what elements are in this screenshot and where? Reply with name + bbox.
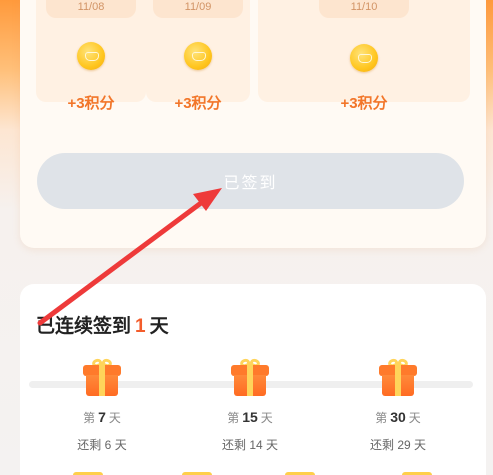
reward-remaining-label: 还剩 6 天 — [77, 438, 127, 452]
reward-day-label: 第 15 天 — [227, 409, 273, 425]
reward-day-label: 第 30 天 — [375, 409, 421, 425]
streak-count: 1 — [135, 316, 146, 337]
streak-suffix: 天 — [149, 316, 169, 337]
gift-box-icon — [83, 357, 121, 396]
coin-icon — [350, 44, 378, 72]
signed-in-button[interactable]: 已签到 — [37, 153, 464, 209]
reward-day-label: 第7天 — [83, 409, 121, 425]
reward-remaining-label: 还剩 29 天 — [369, 438, 427, 452]
reward-day-15[interactable]: 第 15 天 还剩 14 天 — [200, 357, 300, 453]
checkin-card: 11/08 +3积分 11/09 +3积分 11/10 +3积分 — [20, 0, 486, 248]
day-tile-1108: 11/08 +3积分 — [36, 0, 146, 112]
tile-date: 11/09 — [153, 0, 243, 18]
streak-card: 已连续签到 1 天 第7天 还剩 6 天 第 15 天 还剩 14 天 第 30… — [20, 284, 486, 475]
tile-points: +3积分 — [174, 95, 222, 112]
streak-title: 已连续签到 1 天 — [36, 311, 169, 338]
streak-prefix: 已连续签到 — [36, 316, 132, 337]
tile-points: +3积分 — [340, 95, 388, 112]
coin-icon — [184, 42, 212, 70]
tile-date: 11/08 — [46, 0, 136, 18]
tile-date: 11/10 — [319, 0, 409, 18]
gift-box-icon — [231, 357, 269, 396]
day-tile-1110: 11/10 +3积分 — [258, 0, 470, 112]
coin-icon — [77, 42, 105, 70]
gift-box-icon — [379, 357, 417, 396]
day-tile-1109: 11/09 +3积分 — [146, 0, 250, 112]
tile-points: +3积分 — [67, 95, 115, 112]
reward-day-30[interactable]: 第 30 天 还剩 29 天 — [348, 357, 448, 453]
reward-day-7[interactable]: 第7天 还剩 6 天 — [52, 357, 152, 453]
reward-remaining-label: 还剩 14 天 — [221, 438, 279, 452]
